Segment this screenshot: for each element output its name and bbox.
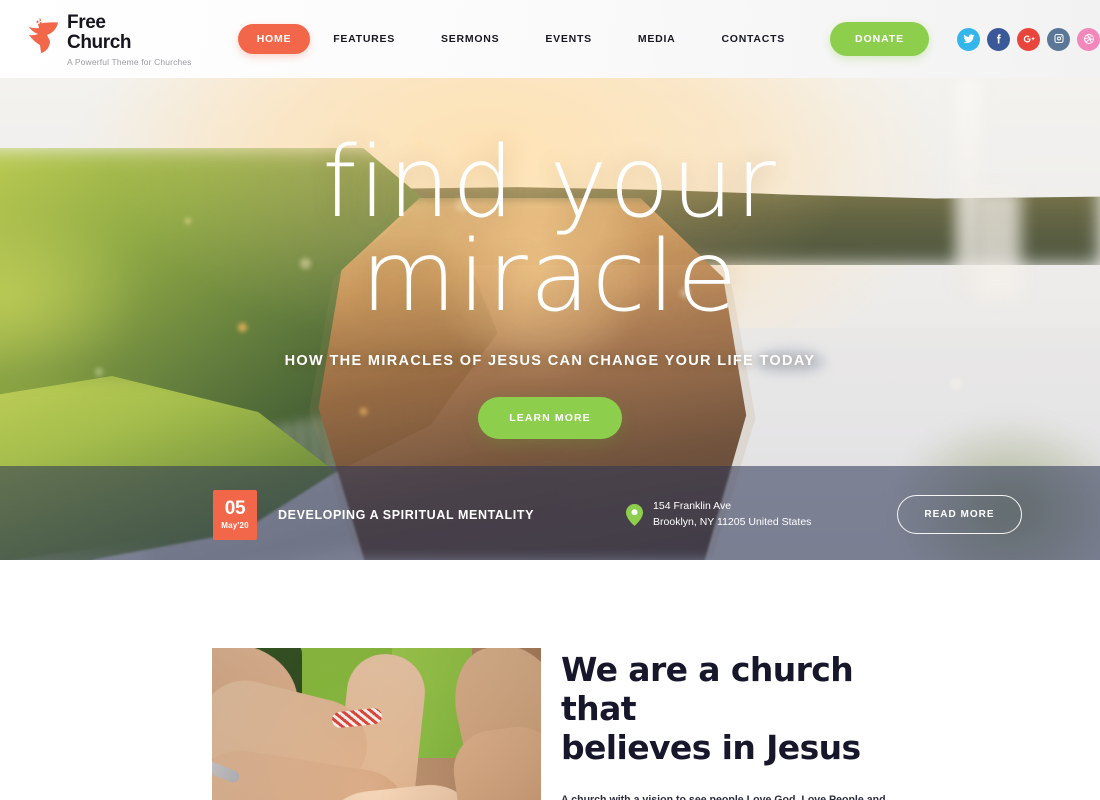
- instagram-icon[interactable]: [1047, 27, 1070, 51]
- twitter-icon[interactable]: [957, 27, 980, 51]
- about-heading-line1: We are a church that: [561, 650, 854, 728]
- nav-item-features[interactable]: FEATURES: [310, 24, 418, 54]
- about-text: We are a church that believes in Jesus A…: [561, 648, 888, 800]
- about-lead-paragraph: A church with a vision to see people Lov…: [561, 793, 886, 800]
- event-day: 05: [224, 498, 246, 519]
- event-read-more-button[interactable]: READ MORE: [897, 495, 1022, 534]
- nav-item-home[interactable]: HOME: [237, 24, 311, 54]
- facebook-icon[interactable]: [987, 27, 1010, 51]
- hero-subtitle: HOW THE MIRACLES OF JESUS CAN CHANGE YOU…: [284, 353, 816, 370]
- nav-item-events[interactable]: EVENTS: [522, 24, 615, 54]
- hero-title-line1: find your: [322, 126, 778, 240]
- about-section: We are a church that believes in Jesus A…: [0, 560, 1100, 800]
- hero-section: find your miracle HOW THE MIRACLES OF JE…: [0, 78, 1100, 560]
- brand-name-line1: Free: [67, 11, 106, 33]
- nav-item-media[interactable]: MEDIA: [615, 24, 699, 54]
- brand-logo[interactable]: Free Church A Powerful Theme for Churche…: [0, 11, 250, 67]
- donate-button[interactable]: DONATE: [830, 22, 929, 56]
- event-location-line2: Brooklyn, NY 11205 United States: [653, 515, 812, 528]
- brand-name-line2: Church: [67, 31, 132, 53]
- event-location: 154 Franklin Ave Brooklyn, NY 11205 Unit…: [626, 499, 811, 531]
- hero-copy: find your miracle HOW THE MIRACLES OF JE…: [0, 126, 1100, 440]
- social-links: [957, 27, 1100, 51]
- nav-item-sermons[interactable]: SERMONS: [418, 24, 522, 54]
- about-heading-line2: believes in Jesus: [561, 727, 861, 767]
- event-month-year: May'20: [221, 521, 249, 530]
- site-header: Free Church A Powerful Theme for Churche…: [0, 0, 1100, 78]
- brand-tagline: A Powerful Theme for Churches: [67, 57, 192, 68]
- dove-icon: [29, 17, 58, 53]
- google-plus-icon[interactable]: [1017, 27, 1040, 51]
- about-photo: [212, 648, 541, 800]
- event-date-badge: 05 May'20: [213, 489, 257, 540]
- event-title[interactable]: DEVELOPING A SPIRITUAL MENTALITY: [278, 508, 534, 522]
- learn-more-button[interactable]: LEARN MORE: [478, 397, 622, 440]
- event-location-line1: 154 Franklin Ave: [653, 499, 732, 512]
- nav-item-contacts[interactable]: CONTACTS: [698, 24, 808, 54]
- location-pin-icon: [626, 503, 644, 526]
- dribbble-icon[interactable]: [1077, 27, 1100, 51]
- hero-title-line2: miracle: [360, 220, 740, 335]
- main-navigation: HOME FEATURES SERMONS EVENTS MEDIA CONTA…: [237, 24, 808, 54]
- event-bar: 05 May'20 DEVELOPING A SPIRITUAL MENTALI…: [0, 466, 1100, 560]
